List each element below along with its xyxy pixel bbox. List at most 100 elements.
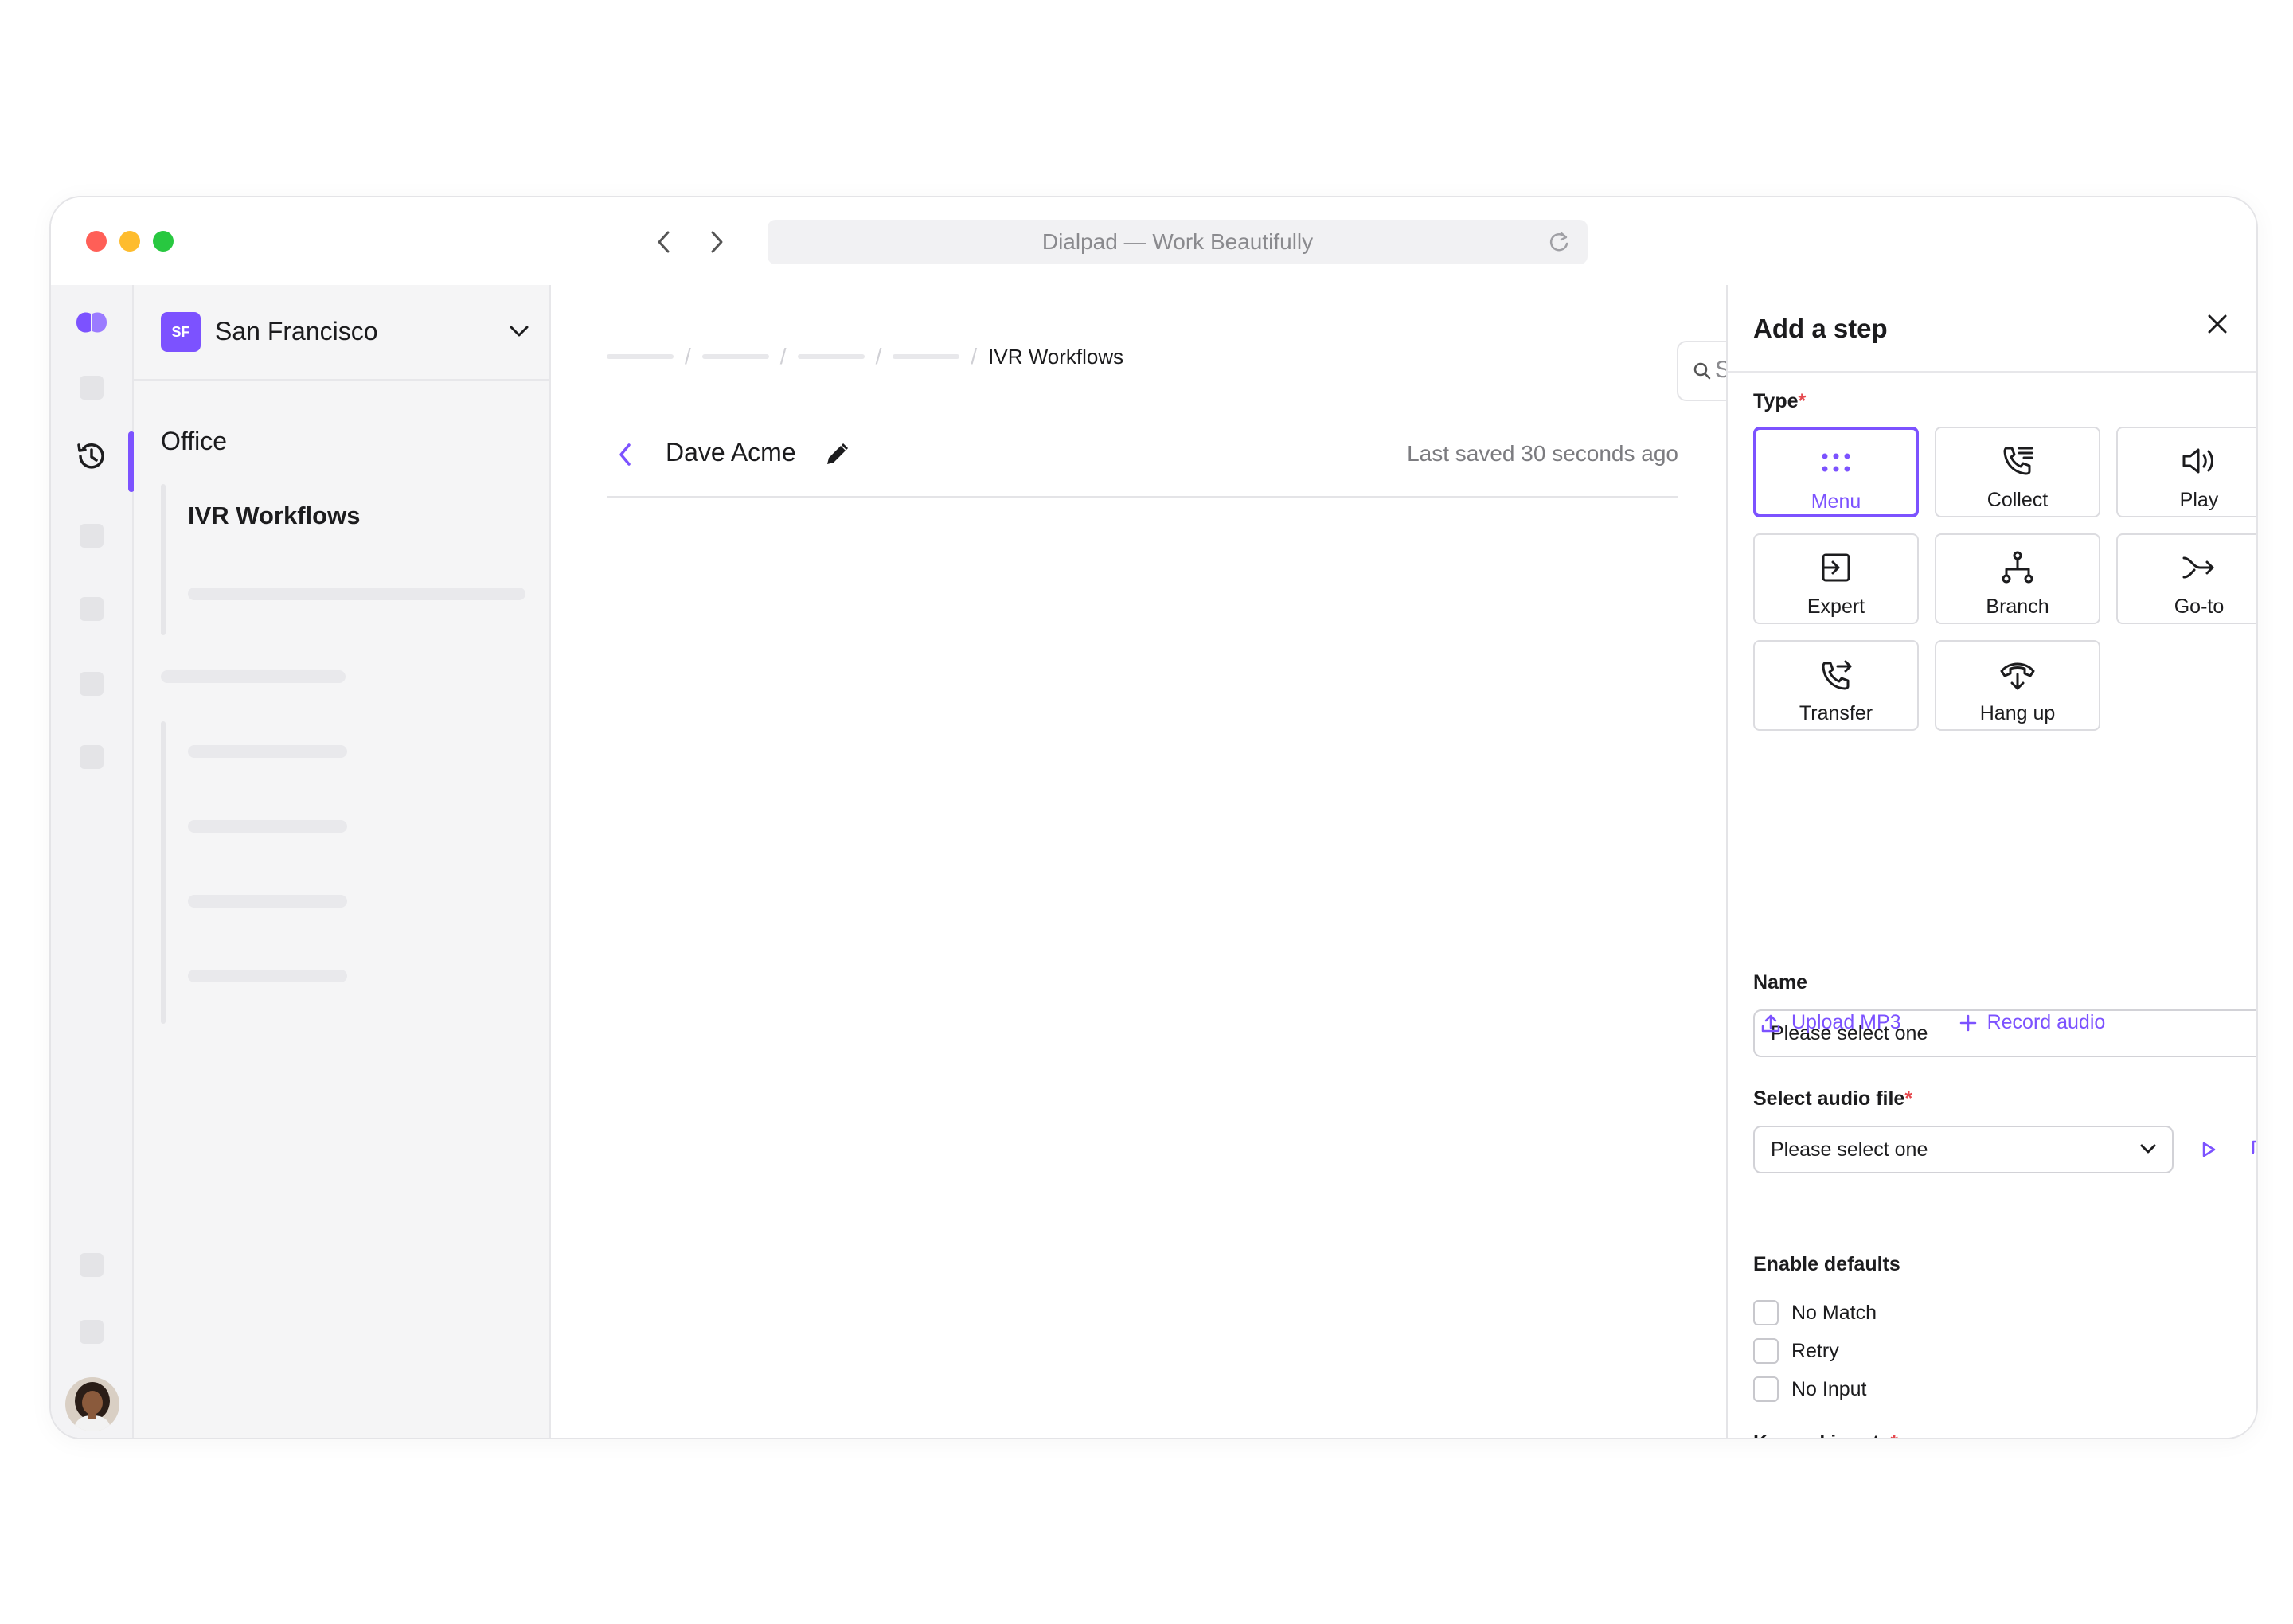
- address-bar[interactable]: Dialpad — Work Beautifully: [768, 220, 1588, 264]
- default-option-no-input[interactable]: No Input: [1753, 1376, 1867, 1403]
- step-type-hang-up[interactable]: Hang up: [1935, 640, 2100, 731]
- rail-item-placeholder[interactable]: [80, 597, 104, 621]
- dialpad-logo-icon[interactable]: [73, 309, 110, 336]
- plus-icon: [1959, 1014, 1976, 1031]
- copy-audio-button[interactable]: [2245, 1134, 2256, 1165]
- breadcrumb-placeholder[interactable]: [893, 354, 960, 359]
- panel-header: Add a step: [1728, 285, 2256, 373]
- org-switcher[interactable]: SF San Francisco: [134, 285, 551, 381]
- step-type-label: Expert: [1807, 595, 1865, 618]
- close-icon[interactable]: [2205, 312, 2229, 336]
- step-type-play[interactable]: Play: [2116, 427, 2256, 517]
- upload-mp3-label: Upload MP3: [1791, 1011, 1901, 1033]
- checkbox-label: Retry: [1791, 1339, 1839, 1362]
- checkbox-label: No Match: [1791, 1301, 1877, 1324]
- browser-window: Dialpad — Work Beautifully SF San Franci…: [49, 196, 2258, 1439]
- minimize-window-button[interactable]: [119, 231, 140, 252]
- default-option-retry[interactable]: Retry: [1753, 1337, 1839, 1364]
- sidebar: SF San Francisco Office IVR Workflows: [134, 285, 551, 1438]
- main-content: / / / / IVR Workflows S Dave Acme Last s…: [551, 285, 1740, 1438]
- phone-list-icon: [2000, 443, 2035, 479]
- browser-back-button[interactable]: [648, 226, 680, 258]
- back-button[interactable]: [615, 441, 635, 468]
- step-type-transfer[interactable]: Transfer: [1753, 640, 1919, 731]
- play-icon: [2202, 1142, 2216, 1157]
- copy-icon: [2252, 1140, 2256, 1157]
- rail-item-placeholder[interactable]: [80, 672, 104, 696]
- checkbox[interactable]: [1753, 1338, 1779, 1364]
- breadcrumb-placeholder[interactable]: [797, 354, 865, 359]
- tree-line: [161, 484, 166, 635]
- maximize-window-button[interactable]: [153, 231, 174, 252]
- breadcrumb-separator: /: [875, 344, 882, 369]
- type-label: Type*: [1753, 390, 1806, 413]
- workflow-header: Dave Acme Last saved 30 seconds ago: [607, 435, 1678, 498]
- goto-arrow-icon: [2181, 549, 2217, 586]
- browser-forward-button[interactable]: [701, 226, 732, 258]
- hang-up-icon: [1998, 656, 2037, 693]
- chevron-down-icon[interactable]: [508, 323, 530, 339]
- close-window-button[interactable]: [86, 231, 107, 252]
- speaker-icon: [2181, 443, 2217, 479]
- chevron-left-icon: [619, 443, 631, 466]
- step-type-branch[interactable]: Branch: [1935, 533, 2100, 624]
- skeleton-line: [188, 820, 347, 833]
- panel-title: Add a step: [1753, 314, 1888, 343]
- pencil-icon[interactable]: [823, 441, 850, 468]
- sidebar-item-ivr-workflows[interactable]: IVR Workflows: [188, 502, 360, 530]
- step-type-collect[interactable]: Collect: [1935, 427, 2100, 517]
- name-label: Name: [1753, 971, 1807, 994]
- phone-transfer-icon: [1818, 656, 1854, 693]
- user-avatar[interactable]: [65, 1377, 119, 1431]
- name-label-text: Name: [1753, 971, 1808, 994]
- org-name: San Francisco: [215, 317, 378, 345]
- audio-file-label: Select audio file*: [1753, 1087, 1912, 1111]
- tree-line: [161, 721, 166, 1024]
- audio-actions: Upload MP3 Record audio: [1760, 1011, 2105, 1034]
- history-icon[interactable]: [75, 439, 108, 473]
- play-audio-button[interactable]: [2193, 1134, 2225, 1165]
- rail-item-placeholder[interactable]: [80, 745, 104, 769]
- default-option-no-match[interactable]: No Match: [1753, 1299, 1877, 1326]
- step-type-go-to[interactable]: Go-to: [2116, 533, 2256, 624]
- enable-defaults-label: Enable defaults: [1753, 1253, 1900, 1276]
- breadcrumb-separator: /: [779, 344, 787, 369]
- breadcrumb-placeholder[interactable]: [701, 354, 769, 359]
- rail-item-placeholder[interactable]: [80, 524, 104, 548]
- upload-mp3-link[interactable]: Upload MP3: [1760, 1011, 1901, 1034]
- audio-file-select[interactable]: Please select one: [1753, 1126, 2174, 1173]
- required-mark: *: [1904, 1087, 1913, 1110]
- rail-item-placeholder[interactable]: [80, 1320, 104, 1344]
- step-type-menu[interactable]: Menu: [1753, 427, 1919, 517]
- record-audio-link[interactable]: Record audio: [1959, 1011, 2105, 1034]
- search-icon: [1693, 361, 1712, 381]
- audio-file-select-value: Please select one: [1771, 1138, 1928, 1161]
- skeleton-line: [161, 670, 346, 683]
- checkbox[interactable]: [1753, 1300, 1779, 1325]
- skeleton-line: [188, 970, 347, 982]
- add-step-panel: Add a step Type* Menu Collect Play Exper…: [1726, 285, 2256, 1438]
- skeleton-line: [188, 745, 347, 758]
- rail-item-placeholder[interactable]: [80, 376, 104, 400]
- keypad-inputs-label: Keypad inputs*: [1753, 1431, 1898, 1438]
- rail-item-placeholder[interactable]: [80, 1253, 104, 1277]
- chevron-right-icon: [711, 231, 723, 253]
- enable-defaults-label-text: Enable defaults: [1753, 1253, 1900, 1275]
- checkbox[interactable]: [1753, 1376, 1779, 1402]
- required-mark: *: [1798, 390, 1807, 412]
- chevron-down-icon: [2139, 1142, 2158, 1156]
- upload-icon: [1761, 1014, 1780, 1032]
- last-saved-status: Last saved 30 seconds ago: [1407, 441, 1678, 466]
- reload-icon[interactable]: [1548, 231, 1570, 253]
- step-type-label: Collect: [1986, 489, 2049, 511]
- breadcrumb-placeholder[interactable]: [607, 354, 674, 359]
- step-type-label: Menu: [1811, 490, 1861, 513]
- skeleton-line: [188, 588, 525, 600]
- sidebar-section-office[interactable]: Office: [161, 427, 227, 456]
- org-badge: SF: [161, 312, 201, 352]
- step-type-expert[interactable]: Expert: [1753, 533, 1919, 624]
- breadcrumb-separator: /: [685, 344, 691, 369]
- breadcrumb-current: IVR Workflows: [988, 344, 1124, 369]
- app-rail: [51, 285, 135, 1438]
- keypad-inputs-label-text: Keypad inputs: [1753, 1431, 1890, 1438]
